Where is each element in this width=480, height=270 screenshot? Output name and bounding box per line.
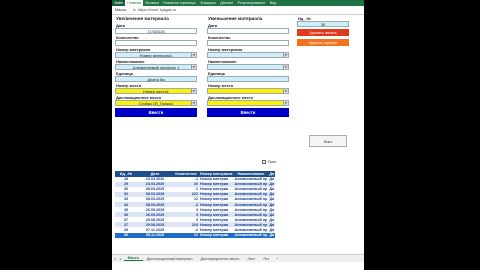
increase-submit-button[interactable]: Ввести	[115, 108, 197, 117]
increase-location-select[interactable]: Стойка 1R_Полка1 ▼	[115, 100, 197, 106]
delete-entry-button[interactable]: Удалить запись	[297, 29, 349, 36]
table-body: 28 23.03.2020 -1 Номер материа Алюминиевый п…	[115, 177, 276, 238]
sheet-button[interactable]: Лист	[309, 135, 347, 147]
table-cell[interactable]: Ди	[268, 212, 276, 218]
table-cell[interactable]: 12	[173, 232, 199, 238]
chevron-down-icon[interactable]: ▼	[191, 65, 196, 69]
table-cell[interactable]: Алюминиевый пр	[233, 227, 268, 232]
delete-log-button[interactable]: Удалить журнал	[297, 39, 349, 46]
table-cell[interactable]: Алюминиевый пр	[233, 191, 269, 197]
increase-place-select[interactable]: Номер места1 ▼	[115, 88, 197, 94]
increase-qty-field[interactable]	[115, 40, 197, 46]
table-cell[interactable]: Ди	[268, 217, 275, 222]
ribbon-tab[interactable]: Рецензирование	[235, 0, 267, 6]
sheet-tab[interactable]: Масса	[123, 256, 143, 261]
table-cell[interactable]: Алюминиевый пр	[233, 177, 268, 182]
decrease-material-select[interactable]: ▼	[207, 52, 289, 58]
table-cell[interactable]: Ди	[268, 201, 276, 208]
ribbon-tab[interactable]: Данные	[218, 0, 235, 6]
table-cell[interactable]: Алюминиевый пр	[233, 212, 269, 218]
chevron-down-icon[interactable]: ▼	[283, 89, 288, 93]
column-header[interactable]: Наименование	[233, 171, 269, 177]
table-cell[interactable]: Ди	[268, 232, 276, 238]
column-header[interactable]: Количество	[173, 171, 199, 177]
decrease-qty-field[interactable]	[207, 40, 289, 46]
chevron-down-icon[interactable]: ▼	[191, 101, 196, 105]
fx-icon: fx	[133, 8, 136, 12]
table-cell[interactable]: Алюминиевый пр	[233, 217, 268, 222]
decrease-submit-button[interactable]: Ввести	[207, 108, 289, 117]
table-row[interactable]: 30 09.11.2025 12 Номер материа Алюминиевый п…	[115, 232, 276, 238]
table-cell[interactable]: Ди	[268, 207, 275, 212]
sheet-tab[interactable]: Лот	[259, 257, 273, 261]
table-cell[interactable]: Алюминиевый пр	[233, 187, 268, 192]
increase-place-value: Номер места1	[143, 88, 169, 94]
chevron-down-icon[interactable]: ▼	[191, 89, 196, 93]
sheet-checkbox[interactable]: Лист	[262, 160, 276, 164]
column-header[interactable]: Номер материала	[199, 171, 234, 177]
table-cell[interactable]: Алюминиевый пр	[233, 181, 269, 187]
sheet-tab[interactable]: Дислокационное место	[196, 257, 243, 261]
table-cell[interactable]: Ди	[268, 187, 275, 192]
ribbon-tab[interactable]: Вид	[268, 0, 279, 6]
checkbox-square[interactable]	[262, 160, 266, 164]
decrease-panel: Уменьшение материала Дата Количество Ном…	[207, 16, 289, 117]
increase-panel: Увеличение материала Дата 17/3/2025 Коли…	[115, 16, 197, 117]
table-cell[interactable]: Ди	[268, 177, 275, 182]
decrease-title: Уменьшение материала	[208, 16, 263, 21]
sheet-tab[interactable]: Лист	[243, 257, 259, 261]
table-cell[interactable]: Алюминиевый пр	[233, 201, 269, 208]
chevron-down-icon[interactable]: ▼	[283, 65, 288, 69]
log-table: Ид_-№ Дата Количество Номер материала Наимен…	[115, 171, 276, 238]
name-box[interactable]: Масса	[115, 8, 131, 12]
formula-input[interactable]: https://excel.1yagas.ru	[138, 8, 176, 12]
id-panel: Ид_-№ 30 Удалить запись Удалить журнал	[297, 16, 349, 46]
table-cell[interactable]: Алюминиевый пр	[233, 222, 269, 228]
table-cell[interactable]: 30	[115, 232, 137, 238]
decrease-location-select[interactable]: ▼	[207, 100, 289, 106]
chevron-down-icon[interactable]: ▼	[283, 53, 288, 57]
increase-title: Увеличение материала	[116, 16, 169, 21]
increase-name-value: Алюминиевый профиль 1	[132, 64, 180, 70]
sheet-tab[interactable]: Дислокационный материал	[143, 257, 197, 261]
increase-date-field[interactable]: 17/3/2025	[115, 28, 197, 34]
formula-bar: Масса fx https://excel.1yagas.ru	[112, 6, 364, 15]
table-cell[interactable]: Ди	[268, 227, 275, 232]
column-header[interactable]: Ди	[268, 171, 276, 177]
table-cell[interactable]: Ди	[268, 191, 276, 197]
excel-window: Файл Главная Вставка Разметка страницы Форму…	[112, 0, 364, 270]
decrease-place-select[interactable]: ▼	[207, 88, 289, 94]
chevron-down-icon[interactable]: ▼	[191, 53, 196, 57]
decrease-name-select[interactable]: ▼	[207, 64, 289, 70]
chevron-down-icon[interactable]: ▼	[283, 101, 288, 105]
table-cell[interactable]: Номер материа	[199, 232, 234, 238]
id-value: 30	[320, 21, 326, 27]
increase-unit-value: Длина 5м	[147, 76, 165, 82]
table-cell[interactable]: Алюминиевый пр	[233, 197, 268, 202]
worksheet: Увеличение материала Дата 17/3/2025 Коли…	[112, 15, 364, 262]
table-cell[interactable]: Ди	[268, 222, 276, 228]
ribbon-tab[interactable]: Разметка страницы	[161, 0, 198, 6]
ribbon-tab[interactable]: Вставка	[143, 0, 161, 6]
ribbon-tab[interactable]: Формулы	[198, 0, 218, 6]
increase-date-value: 17/3/2025	[147, 28, 165, 34]
table-cell[interactable]: Алюминиевый пр	[233, 207, 268, 212]
increase-location-value: Стойка 1R_Полка1	[138, 100, 174, 106]
increase-material-value: Номер материла1	[139, 52, 173, 58]
add-sheet-icon[interactable]: +	[273, 257, 281, 261]
increase-material-select[interactable]: Номер материла1 ▼	[115, 52, 197, 58]
checkbox-label: Лист	[268, 160, 277, 164]
table-cell[interactable]: Ди	[268, 197, 275, 202]
sheet-tab-bar: ◂ ▸ Масса Дислокационный материал Дислокацио…	[112, 254, 364, 262]
table-cell[interactable]: 09.11.2025	[137, 232, 173, 238]
increase-name-select[interactable]: Алюминиевый профиль 1 ▼	[115, 64, 197, 70]
id-field[interactable]: 30	[297, 21, 349, 27]
ribbon-tab[interactable]: Файл	[112, 0, 126, 6]
decrease-unit-field[interactable]	[207, 76, 289, 82]
table-cell[interactable]: Ди	[268, 181, 276, 187]
increase-unit-field[interactable]: Длина 5м	[115, 76, 197, 82]
decrease-date-field[interactable]	[207, 28, 289, 34]
table-cell[interactable]: Алюминиевый пр	[233, 232, 269, 238]
ribbon-tab[interactable]: Главная	[125, 0, 144, 6]
